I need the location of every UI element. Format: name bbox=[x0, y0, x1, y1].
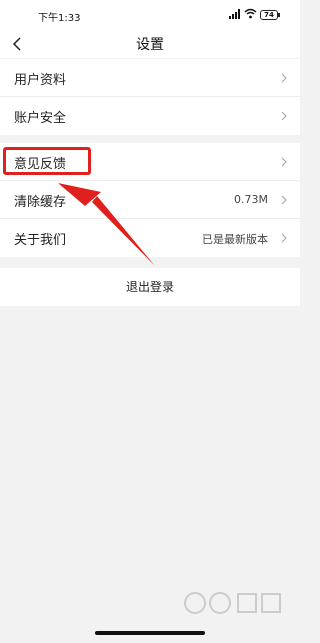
settings-row-account-security[interactable]: 账户安全 bbox=[0, 97, 300, 135]
row-label: 清除缓存 bbox=[14, 195, 67, 210]
wifi-icon bbox=[244, 8, 257, 19]
cache-size: 0.73M bbox=[234, 193, 268, 206]
battery-icon: 74 bbox=[260, 10, 280, 20]
nav-bar: 设置 bbox=[0, 30, 300, 58]
settings-row-about-us[interactable]: 关于我们 已是最新版本 bbox=[0, 219, 300, 257]
signal-icon bbox=[229, 9, 240, 19]
status-bar: 下午1:33 74 bbox=[0, 0, 300, 30]
home-indicator[interactable] bbox=[95, 631, 205, 635]
row-label: 关于我们 bbox=[14, 233, 67, 248]
status-time: 下午1:33 bbox=[38, 13, 81, 24]
page-title: 设置 bbox=[136, 37, 164, 53]
row-label: 账户安全 bbox=[14, 111, 67, 126]
logout-button[interactable]: 退出登录 bbox=[0, 268, 300, 306]
version-status: 已是最新版本 bbox=[202, 233, 268, 246]
chevron-right-icon bbox=[281, 195, 287, 205]
chevron-right-icon bbox=[281, 111, 287, 121]
settings-row-clear-cache[interactable]: 清除缓存 0.73M bbox=[0, 181, 300, 219]
settings-row-user-profile[interactable]: 用户资料 bbox=[0, 59, 300, 97]
baidu-jingyan-watermark bbox=[184, 592, 281, 614]
settings-group-account: 用户资料 账户安全 bbox=[0, 59, 300, 135]
row-label: 用户资料 bbox=[14, 73, 67, 88]
chevron-right-icon bbox=[281, 73, 287, 83]
chevron-right-icon bbox=[281, 233, 287, 243]
annotation-highlight-box bbox=[3, 147, 91, 175]
chevron-right-icon bbox=[281, 157, 287, 167]
